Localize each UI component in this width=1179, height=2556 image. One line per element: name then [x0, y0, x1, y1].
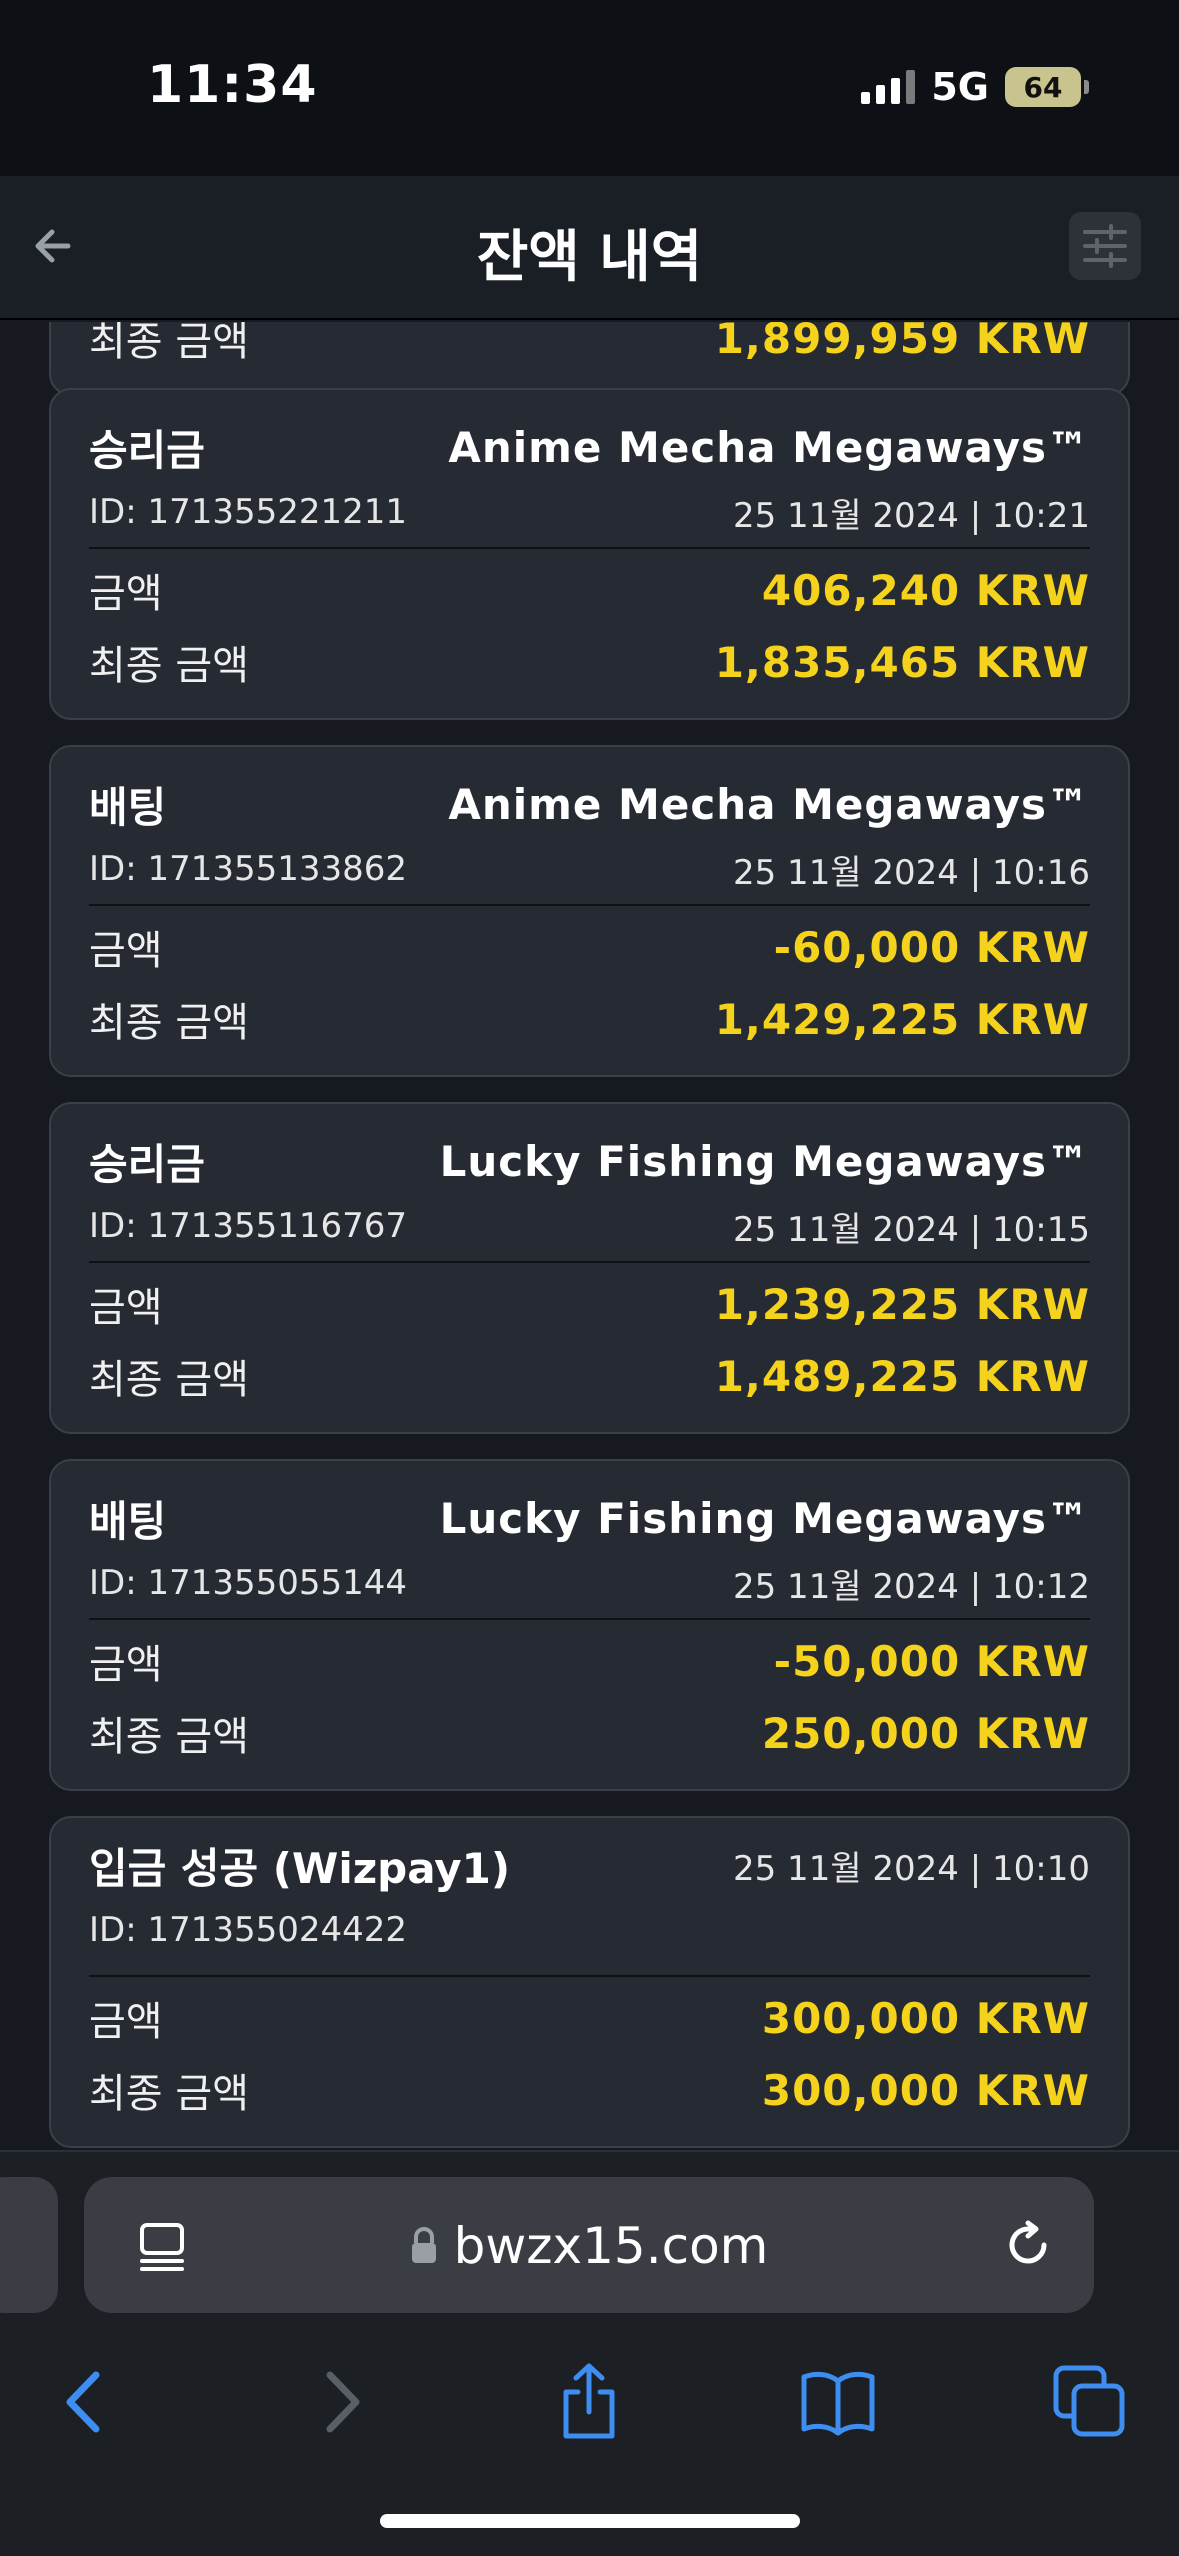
transaction-card: 승리금 Lucky Fishing Megaways™ ID: 171355116… [49, 1102, 1130, 1434]
transaction-card-partial: 최종 금액 1,899,959 KRW [49, 322, 1130, 396]
amount-label: 금액 [89, 928, 163, 974]
transaction-type: 배팅 [89, 782, 167, 832]
final-label: 최종 금액 [89, 1000, 249, 1046]
game-name: Lucky Fishing Megaways™ [439, 1136, 1090, 1186]
home-indicator[interactable] [380, 2514, 800, 2528]
final-amount: 1,429,225 KRW [714, 994, 1090, 1044]
transaction-id: ID: 171355055144 [89, 1563, 408, 1603]
previous-tab-peek[interactable] [0, 2177, 58, 2313]
transaction-type: 승리금 [89, 1139, 205, 1189]
status-bar: 11:34 5G 64 [0, 0, 1179, 176]
transaction-type: 입금 성공 (Wizpay1) [89, 1843, 511, 1893]
transaction-card: 승리금 Anime Mecha Megaways™ ID: 17135522121… [49, 388, 1130, 720]
final-amount: 300,000 KRW [761, 2065, 1090, 2115]
back-chevron-icon[interactable] [36, 2352, 136, 2452]
tabs-icon[interactable] [1040, 2352, 1140, 2452]
lock-icon [410, 2227, 438, 2265]
final-amount: 250,000 KRW [761, 1708, 1090, 1758]
network-type: 5G [931, 65, 989, 109]
final-label: 최종 금액 [89, 2071, 249, 2117]
filter-sliders-icon[interactable] [1069, 212, 1141, 280]
battery-icon: 64 [1005, 67, 1089, 107]
game-name: Lucky Fishing Megaways™ [439, 1493, 1090, 1543]
amount-label: 금액 [89, 1642, 163, 1688]
reload-icon[interactable] [1000, 2217, 1056, 2273]
url-text: bwzx15.com [453, 2217, 769, 2275]
divider [89, 547, 1090, 549]
divider [89, 1618, 1090, 1620]
amount-label: 금액 [89, 1285, 163, 1331]
divider [89, 904, 1090, 906]
transaction-id: ID: 171355133862 [89, 849, 408, 889]
transaction-card: 배팅 Lucky Fishing Megaways™ ID: 1713550551… [49, 1459, 1130, 1791]
battery-level: 64 [1023, 70, 1063, 104]
amount-label: 금액 [89, 571, 163, 617]
browser-bar: bwzx15.com [0, 2150, 1179, 2556]
status-time: 11:34 [147, 55, 318, 115]
address-bar[interactable]: bwzx15.com [84, 2177, 1094, 2313]
amount-value: 406,240 KRW [761, 565, 1090, 615]
forward-chevron-icon[interactable] [290, 2352, 390, 2452]
divider [89, 1975, 1090, 1977]
transaction-type: 승리금 [89, 425, 205, 475]
game-name: Anime Mecha Megaways™ [448, 422, 1090, 472]
browser-toolbar [0, 2352, 1179, 2472]
bookmarks-icon[interactable] [788, 2352, 888, 2452]
final-amount: 1,899,959 KRW [714, 322, 1090, 363]
amount-value: 300,000 KRW [761, 1993, 1090, 2043]
transaction-card: 입금 성공 (Wizpay1) 25 11월 2024 | 10:10 ID: 1… [49, 1816, 1130, 2148]
game-name: Anime Mecha Megaways™ [448, 779, 1090, 829]
share-icon[interactable] [539, 2352, 639, 2452]
transaction-id: ID: 171355024422 [89, 1910, 408, 1950]
status-indicators: 5G 64 [861, 65, 1089, 109]
transaction-datetime: 25 11월 2024 | 10:15 [732, 1209, 1090, 1250]
transaction-type: 배팅 [89, 1496, 167, 1546]
transaction-datetime: 25 11월 2024 | 10:16 [732, 852, 1090, 893]
final-amount: 1,489,225 KRW [714, 1351, 1090, 1401]
amount-value: -60,000 KRW [773, 922, 1090, 972]
final-label: 최종 금액 [89, 1357, 249, 1403]
transaction-id: ID: 171355116767 [89, 1206, 408, 1246]
amount-label: 금액 [89, 1999, 163, 2045]
transaction-datetime: 25 11월 2024 | 10:10 [732, 1848, 1090, 1889]
transaction-list[interactable]: 최종 금액 1,899,959 KRW 승리금 Anime Mecha Megaw… [0, 322, 1179, 2152]
transaction-id: ID: 171355221211 [89, 492, 408, 532]
app-header: 잔액 내역 [0, 176, 1179, 320]
transaction-datetime: 25 11월 2024 | 10:21 [732, 495, 1090, 536]
final-amount: 1,835,465 KRW [714, 637, 1090, 687]
page-title: 잔액 내역 [476, 225, 703, 290]
divider [89, 1261, 1090, 1263]
signal-icon [861, 70, 916, 104]
amount-value: -50,000 KRW [773, 1636, 1090, 1686]
final-label: 최종 금액 [89, 1714, 249, 1760]
final-label: 최종 금액 [89, 643, 249, 689]
amount-value: 1,239,225 KRW [714, 1279, 1090, 1329]
final-label: 최종 금액 [89, 322, 249, 365]
transaction-datetime: 25 11월 2024 | 10:12 [732, 1566, 1090, 1607]
transaction-card: 배팅 Anime Mecha Megaways™ ID: 171355133862… [49, 745, 1130, 1077]
